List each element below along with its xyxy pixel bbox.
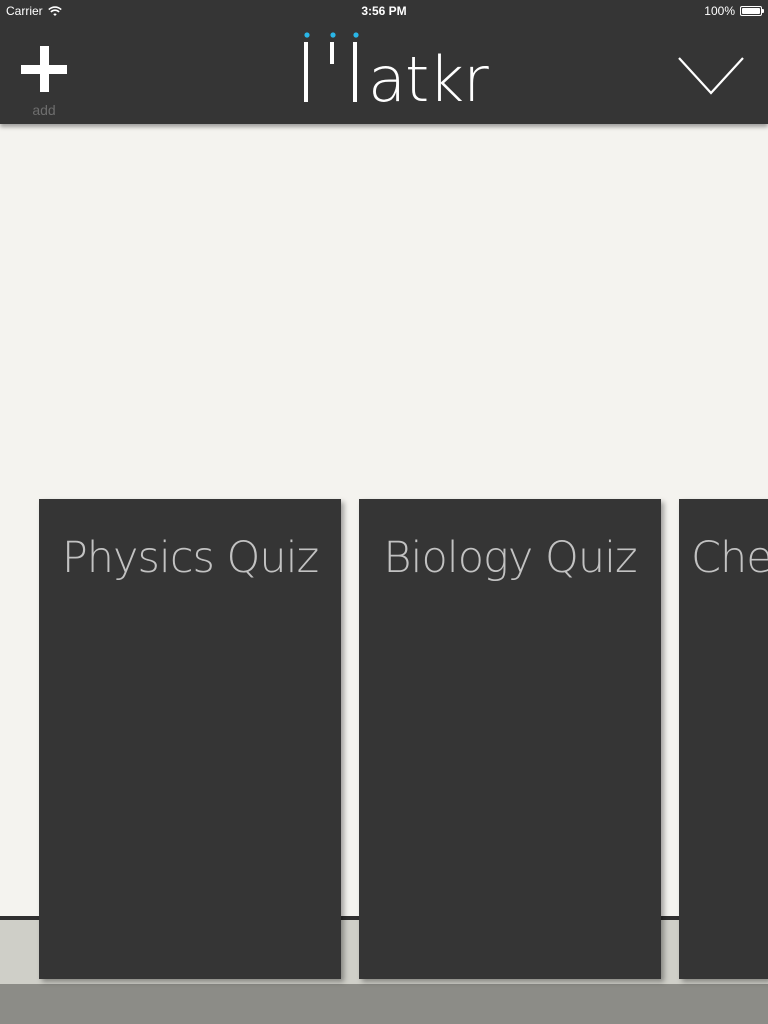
quiz-card-biology[interactable]: Biology Quiz [359,499,661,979]
add-button[interactable]: add [18,42,70,118]
logo-mark-icon [304,32,359,102]
floor [0,984,768,1024]
quiz-card-chemistry[interactable]: Che [679,499,768,979]
quiz-card-title: Biology Quiz [383,533,637,583]
quiz-card-physics[interactable]: Physics Quiz [39,499,341,979]
quiz-card-title: Physics Quiz [61,533,319,583]
add-label: add [32,102,56,118]
clock-time: 3:56 PM [361,4,407,18]
status-bar: Carrier 3:56 PM 100% [0,0,768,22]
menu-toggle-button[interactable] [676,52,746,98]
battery-percent: 100% [704,4,735,18]
plus-icon [21,46,67,92]
app-header: Carrier 3:56 PM 100% add atkr [0,0,768,124]
app-logo: atkr [300,30,489,111]
chevron-down-icon [678,57,744,95]
battery-status: 100% [704,4,764,18]
logo-text: atkr [368,43,489,116]
battery-icon [740,6,764,16]
quiz-card-title: Che [691,533,768,583]
